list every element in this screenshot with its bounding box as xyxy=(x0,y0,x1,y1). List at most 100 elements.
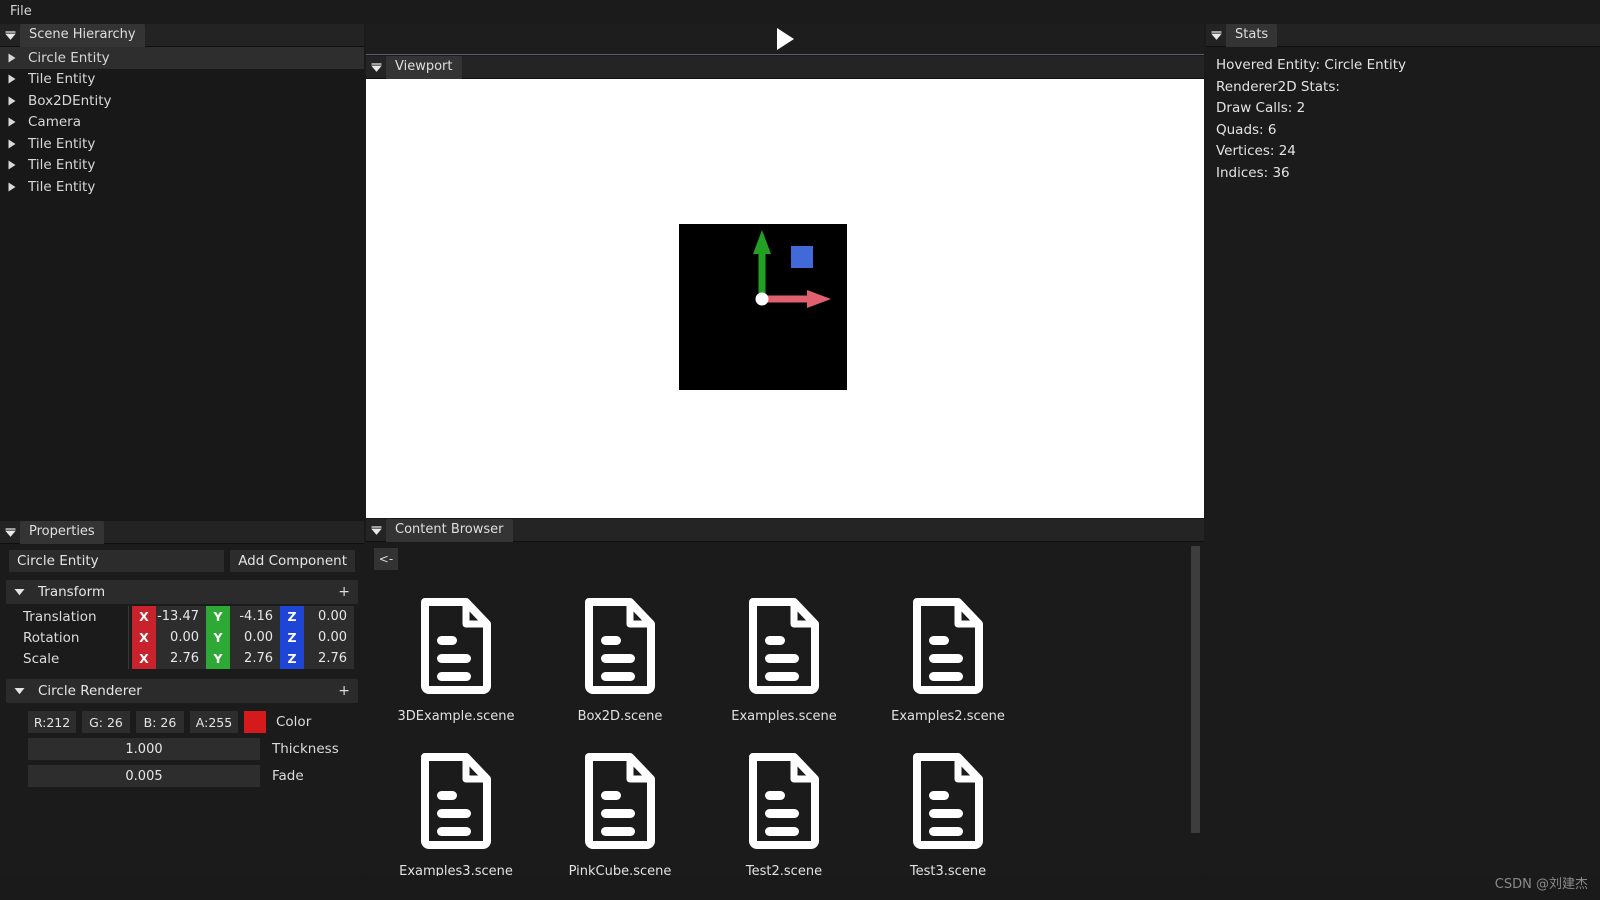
axis-value-z[interactable]: 2.76 xyxy=(304,648,354,669)
chevron-right-icon[interactable] xyxy=(8,182,28,192)
play-button[interactable] xyxy=(776,28,795,50)
chevron-down-icon[interactable] xyxy=(366,56,386,79)
transform-rows: Translation X -13.47 Y -4.16 Z 0.00 Rotation X 0.… xyxy=(0,604,364,671)
axis-value-z[interactable]: 0.00 xyxy=(304,627,354,648)
transform-row-label: Translation xyxy=(23,608,97,625)
tab-content-browser[interactable]: Content Browser xyxy=(386,518,513,542)
entity-row[interactable]: Tile Entity xyxy=(0,155,364,177)
stat-line: Renderer2D Stats: xyxy=(1216,78,1340,95)
play-icon xyxy=(776,28,794,50)
content-browser-item[interactable]: Examples2.scene xyxy=(866,578,1030,733)
content-browser-item[interactable]: PinkCube.scene xyxy=(538,733,702,876)
chevron-down-icon[interactable] xyxy=(1206,24,1226,47)
divider xyxy=(128,627,129,648)
scene-file-icon xyxy=(585,753,655,849)
axis-value-y[interactable]: -4.16 xyxy=(230,606,280,627)
scene-file-icon xyxy=(913,753,983,849)
caret-down-icon[interactable] xyxy=(14,588,32,596)
caret-down-icon[interactable] xyxy=(14,687,32,695)
scene-file-icon[interactable] xyxy=(744,753,824,853)
stats-panel: Stats Hovered Entity: Circle Entity Rende… xyxy=(1206,23,1600,876)
content-browser-item[interactable]: Examples3.scene xyxy=(374,733,538,876)
axis-value-x[interactable]: 0.00 xyxy=(156,627,206,648)
entity-row[interactable]: Circle Entity xyxy=(0,47,364,69)
scene-file-icon[interactable] xyxy=(908,753,988,853)
chevron-down-icon[interactable] xyxy=(0,521,20,544)
thickness-slider[interactable]: 1.000 xyxy=(28,738,260,760)
content-browser-item-label: Test3.scene xyxy=(909,864,987,876)
color-channel-g[interactable]: G: 26 xyxy=(82,711,130,733)
viewport-canvas[interactable] xyxy=(366,79,1204,518)
entity-row-label: Camera xyxy=(28,114,81,131)
tab-viewport[interactable]: Viewport xyxy=(386,55,462,79)
content-browser-tabbar: Content Browser xyxy=(366,518,1204,542)
axis-badge-x: X xyxy=(132,606,156,627)
entity-name-row: Add Component xyxy=(0,544,364,572)
content-browser-item-label: Box2D.scene xyxy=(577,709,663,724)
chevron-right-icon[interactable] xyxy=(8,117,28,127)
content-browser-scrollbar[interactable] xyxy=(1191,546,1200,846)
entity-row[interactable]: Tile Entity xyxy=(0,176,364,198)
chevron-down-icon[interactable] xyxy=(366,519,386,542)
axis-value-x[interactable]: 2.76 xyxy=(156,648,206,669)
scene-file-icon[interactable] xyxy=(580,598,660,698)
color-caption: Color xyxy=(276,714,312,730)
fade-slider[interactable]: 0.005 xyxy=(28,765,260,787)
content-browser-item[interactable]: Test2.scene xyxy=(702,733,866,876)
axis-value-z[interactable]: 0.00 xyxy=(304,606,354,627)
entity-row[interactable]: Camera xyxy=(0,112,364,134)
content-browser-item-label: Examples2.scene xyxy=(891,709,1005,724)
viewport-tabbar: Viewport xyxy=(366,55,1204,79)
color-channel-a[interactable]: A:255 xyxy=(190,711,238,733)
content-browser-item[interactable]: Examples.scene xyxy=(702,578,866,733)
content-browser-item[interactable]: Box2D.scene xyxy=(538,578,702,733)
entity-row[interactable]: Box2DEntity xyxy=(0,90,364,112)
circle-renderer-add-button[interactable]: + xyxy=(338,683,350,699)
color-channel-r[interactable]: R:212 xyxy=(28,711,76,733)
thickness-caption: Thickness xyxy=(272,741,339,757)
scene-file-icon xyxy=(749,753,819,849)
content-browser-back-button[interactable]: <- xyxy=(374,548,398,570)
color-channel-b[interactable]: B: 26 xyxy=(136,711,184,733)
chevron-right-icon[interactable] xyxy=(8,160,28,170)
content-browser-item[interactable]: Test3.scene xyxy=(866,733,1030,876)
chevron-right-icon[interactable] xyxy=(8,74,28,84)
entity-row[interactable]: Tile Entity xyxy=(0,69,364,91)
entity-name-input[interactable] xyxy=(9,550,225,572)
axis-value-x[interactable]: -13.47 xyxy=(156,606,206,627)
content-browser-item[interactable]: 3DExample.scene xyxy=(374,578,538,733)
add-component-button[interactable]: Add Component xyxy=(230,550,355,572)
scrollbar-thumb[interactable] xyxy=(1191,546,1200,833)
scene-file-icon[interactable] xyxy=(580,753,660,853)
menu-file[interactable]: File xyxy=(0,1,42,23)
content-browser-item-label: Examples.scene xyxy=(731,709,837,724)
transform-component-header[interactable]: Transform + xyxy=(6,580,358,604)
tab-properties[interactable]: Properties xyxy=(20,520,104,544)
chevron-right-icon[interactable] xyxy=(8,96,28,106)
tab-scene-hierarchy[interactable]: Scene Hierarchy xyxy=(20,23,145,47)
chevron-down-icon[interactable] xyxy=(0,24,20,47)
content-browser-grid: 3DExample.scene Box2D.scene Examples.scene… xyxy=(374,578,1178,876)
axis-value-y[interactable]: 2.76 xyxy=(230,648,280,669)
scene-file-icon[interactable] xyxy=(416,753,496,853)
transform-add-button[interactable]: + xyxy=(338,584,350,600)
scene-file-icon[interactable] xyxy=(908,598,988,698)
scene-gizmo[interactable] xyxy=(679,224,847,390)
tab-stats[interactable]: Stats xyxy=(1226,23,1278,47)
transform-row: Scale X 2.76 Y 2.76 Z 2.76 xyxy=(0,648,358,669)
entity-row-label: Tile Entity xyxy=(28,71,96,88)
scene-file-icon[interactable] xyxy=(416,598,496,698)
axis-badge-z: Z xyxy=(280,648,304,669)
scene-file-icon[interactable] xyxy=(744,598,824,698)
transform-row: Translation X -13.47 Y -4.16 Z 0.00 xyxy=(0,606,358,627)
circle-renderer-title: Circle Renderer xyxy=(38,683,142,699)
scene-render-area[interactable] xyxy=(679,224,847,390)
entity-row[interactable]: Tile Entity xyxy=(0,133,364,155)
chevron-right-icon[interactable] xyxy=(8,139,28,149)
color-swatch[interactable] xyxy=(244,711,266,733)
stat-line: Indices: 36 xyxy=(1216,164,1290,181)
circle-renderer-component-header[interactable]: Circle Renderer + xyxy=(6,679,358,703)
properties-body: Add Component Transform + Translation X-1… xyxy=(0,544,364,876)
axis-value-y[interactable]: 0.00 xyxy=(230,627,280,648)
chevron-right-icon[interactable] xyxy=(8,53,28,63)
